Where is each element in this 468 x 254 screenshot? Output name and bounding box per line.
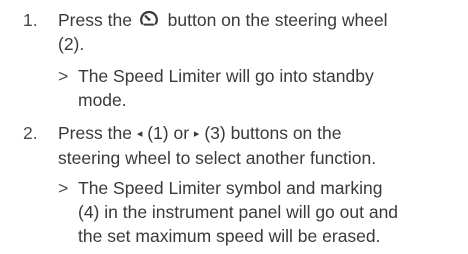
step-text: Press the ◂ (1) or ▸ (3) buttons on the … [58,121,458,170]
right-arrow-icon: ▸ [193,128,200,140]
instruction-document: 1. Press the button on the steering whee… [0,0,468,254]
step-line-1: Press the ◂ (1) or ▸ (3) buttons on the [58,121,458,146]
step-line-1: Press the button on the steering wheel [58,8,458,32]
step-text-part: (1) or [147,123,190,143]
result-marker: > [58,66,69,86]
step-number: 1. [23,10,38,30]
speed-limiter-icon [139,10,158,26]
step-line-2: steering wheel to select another functio… [58,148,377,168]
result-text: The Speed Limiter will go into standby m… [78,64,460,112]
step-text: Press the button on the steering wheel (… [58,8,458,56]
step-text-part: button on the steering wheel [162,10,388,30]
result-line: the set maximum speed will be erased. [78,226,381,246]
result-line: The Speed Limiter symbol and marking [78,178,383,198]
result-line: mode. [78,90,127,110]
result-line: (4) in the instrument panel will go out … [78,202,399,222]
step-text-part: Press the [58,10,137,30]
result-line: The Speed Limiter will go into standby [78,66,374,86]
step-text-part: Press the [58,123,132,143]
step-number: 2. [23,123,38,143]
result-marker: > [58,178,69,198]
left-arrow-icon: ◂ [136,128,143,140]
step-line-2: (2). [58,34,85,54]
step-text-part: (3) buttons on the [204,123,342,143]
result-text: The Speed Limiter symbol and marking (4)… [78,176,460,248]
